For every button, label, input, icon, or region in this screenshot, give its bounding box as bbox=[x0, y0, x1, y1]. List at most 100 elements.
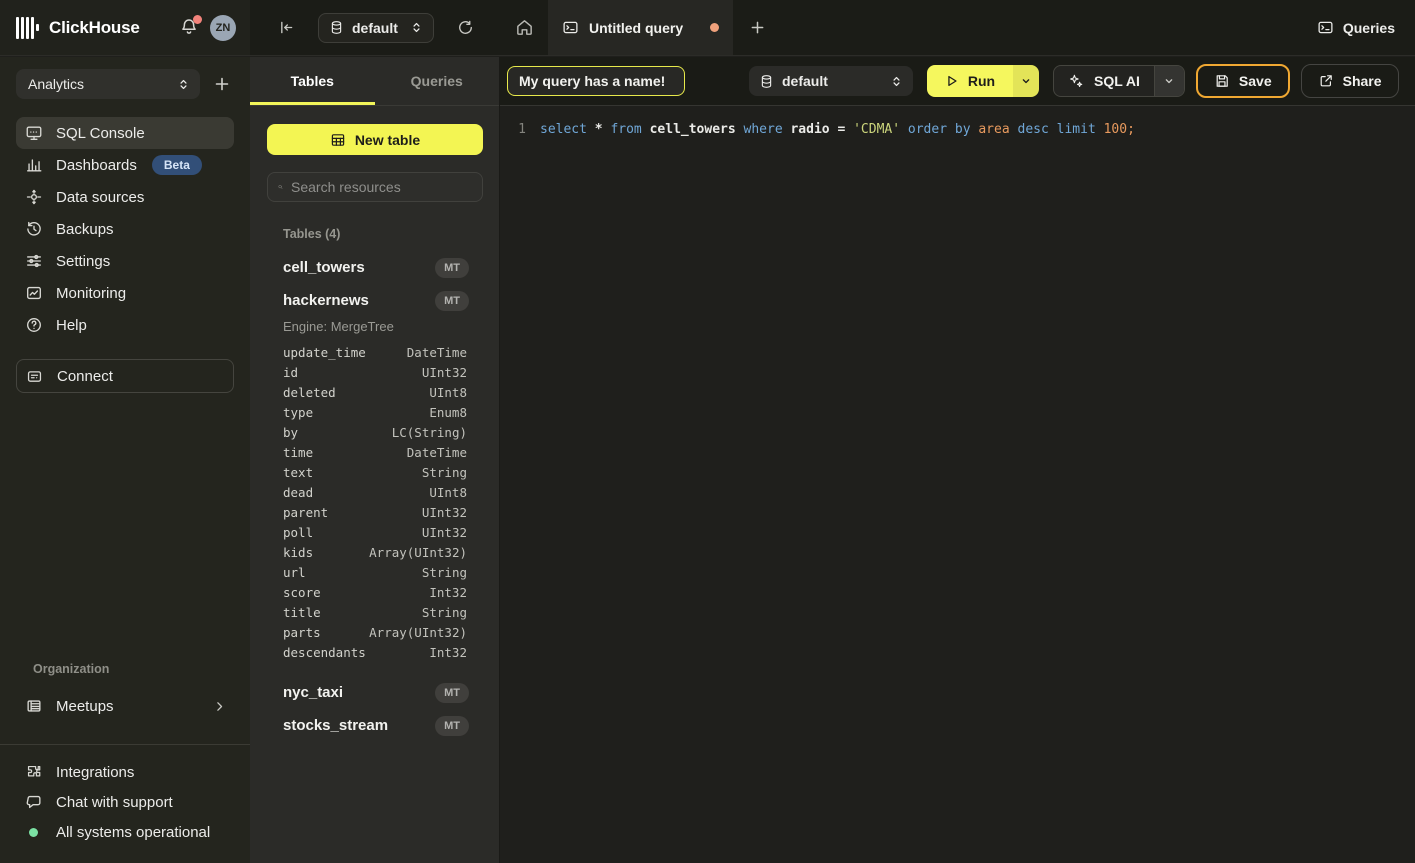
run-button-main[interactable]: Run bbox=[927, 65, 1013, 97]
search-icon bbox=[278, 180, 283, 194]
column-name: parts bbox=[283, 625, 369, 640]
sql-ai-button[interactable]: SQL AI bbox=[1053, 65, 1185, 97]
column-row: descendantsInt32 bbox=[283, 642, 467, 662]
table-row-cell-towers[interactable]: cell_towers MT bbox=[283, 251, 469, 284]
workspace-selector[interactable]: Analytics bbox=[16, 69, 200, 99]
connect-button[interactable]: Connect bbox=[16, 359, 234, 393]
code-line-content: select * from cell_towers where radio = … bbox=[540, 120, 1135, 139]
sidebar-item-monitoring[interactable]: Monitoring bbox=[16, 277, 234, 309]
home-icon bbox=[515, 18, 534, 37]
chevrons-up-down-icon bbox=[410, 21, 423, 34]
workspace-selector-value: Analytics bbox=[28, 76, 177, 92]
line-number: 1 bbox=[500, 120, 526, 139]
column-name: kids bbox=[283, 545, 369, 560]
topbar-database-selector[interactable]: default bbox=[318, 13, 434, 43]
sidebar-item-chat-support[interactable]: Chat with support bbox=[16, 787, 234, 817]
sidebar-item-meetups[interactable]: Meetups bbox=[16, 690, 234, 722]
sidebar-item-data-sources[interactable]: Data sources bbox=[16, 181, 234, 213]
dashboards-icon bbox=[24, 156, 43, 174]
table-name: hackernews bbox=[283, 292, 435, 309]
new-tab-button[interactable] bbox=[733, 0, 781, 55]
sidebar-item-label: Settings bbox=[56, 253, 110, 270]
collapse-panel-button[interactable] bbox=[274, 15, 299, 40]
tab-queries[interactable]: Queries bbox=[375, 57, 500, 105]
home-button[interactable] bbox=[500, 0, 548, 55]
notifications-button[interactable] bbox=[179, 17, 201, 39]
queries-button[interactable]: Queries bbox=[1297, 0, 1415, 55]
sidebar-item-label: Help bbox=[56, 317, 87, 334]
column-row: parentUInt32 bbox=[283, 502, 467, 522]
add-workspace-button[interactable] bbox=[210, 72, 234, 96]
sidebar-item-dashboards[interactable]: Dashboards Beta bbox=[16, 149, 234, 181]
sql-editor[interactable]: 1 select * from cell_towers where radio … bbox=[500, 106, 1415, 863]
column-row: urlString bbox=[283, 562, 467, 582]
run-button[interactable]: Run bbox=[927, 65, 1039, 97]
run-options-caret[interactable] bbox=[1013, 65, 1039, 97]
column-type: UInt8 bbox=[429, 485, 467, 500]
data-sources-icon bbox=[24, 188, 43, 206]
column-name: title bbox=[283, 605, 422, 620]
chevron-down-icon bbox=[1163, 75, 1175, 87]
sidebar-item-label: Dashboards bbox=[56, 157, 137, 174]
topbar-brand-section: ClickHouse ZN bbox=[0, 0, 250, 55]
help-icon bbox=[24, 316, 43, 334]
plus-icon bbox=[214, 76, 230, 92]
refresh-button[interactable] bbox=[453, 15, 478, 40]
column-type: Array(UInt32) bbox=[369, 625, 467, 640]
chevrons-up-down-icon bbox=[177, 78, 190, 91]
save-button[interactable]: Save bbox=[1196, 64, 1290, 98]
main-area: default Run bbox=[500, 57, 1415, 863]
save-icon bbox=[1214, 73, 1230, 89]
status-label: All systems operational bbox=[56, 824, 210, 841]
sidebar-item-integrations[interactable]: Integrations bbox=[16, 757, 234, 787]
connect-button-label: Connect bbox=[57, 368, 113, 385]
resources-panel: Tables Queries New table Tables (4) cell… bbox=[250, 57, 500, 863]
table-row-stocks-stream[interactable]: stocks_stream MT bbox=[283, 709, 469, 742]
settings-icon bbox=[24, 252, 43, 270]
table-row-nyc-taxi[interactable]: nyc_taxi MT bbox=[283, 676, 469, 709]
share-button[interactable]: Share bbox=[1301, 64, 1399, 98]
sql-ai-caret[interactable] bbox=[1154, 66, 1184, 96]
engine-badge: MT bbox=[435, 716, 469, 736]
topbar-tabs-section: Untitled query Queries bbox=[500, 0, 1415, 55]
avatar[interactable]: ZN bbox=[210, 15, 236, 41]
tab-untitled-query[interactable]: Untitled query bbox=[548, 0, 733, 55]
sidebar-item-settings[interactable]: Settings bbox=[16, 245, 234, 277]
tables-section-label: Tables (4) bbox=[283, 227, 483, 241]
chevron-down-icon bbox=[1020, 75, 1032, 87]
database-selector-value: default bbox=[352, 20, 402, 36]
column-type: Int32 bbox=[429, 585, 467, 600]
play-icon bbox=[945, 74, 959, 88]
tab-tables[interactable]: Tables bbox=[250, 57, 375, 105]
column-type: String bbox=[422, 465, 467, 480]
table-name: stocks_stream bbox=[283, 717, 435, 734]
new-table-button[interactable]: New table bbox=[267, 124, 483, 155]
column-type: Array(UInt32) bbox=[369, 545, 467, 560]
queries-icon bbox=[1317, 19, 1334, 36]
search-resources-input[interactable] bbox=[291, 179, 472, 195]
plus-icon bbox=[750, 20, 765, 35]
sidebar-item-label: Chat with support bbox=[56, 794, 173, 811]
sidebar-item-label: SQL Console bbox=[56, 125, 145, 142]
query-name-input[interactable] bbox=[507, 66, 685, 96]
engine-badge: MT bbox=[435, 258, 469, 278]
toolbar-database-selector[interactable]: default bbox=[749, 66, 913, 96]
column-name: deleted bbox=[283, 385, 429, 400]
column-row: titleString bbox=[283, 602, 467, 622]
sidebar-item-backups[interactable]: Backups bbox=[16, 213, 234, 245]
sql-ai-label: SQL AI bbox=[1094, 73, 1140, 89]
table-row-hackernews[interactable]: hackernews MT bbox=[283, 284, 469, 317]
brand-name: ClickHouse bbox=[49, 18, 140, 38]
unsaved-changes-dot bbox=[710, 23, 719, 32]
system-status[interactable]: All systems operational bbox=[16, 817, 234, 847]
new-table-label: New table bbox=[355, 132, 420, 148]
column-row: idUInt32 bbox=[283, 362, 467, 382]
sidebar-item-sql-console[interactable]: SQL Console bbox=[16, 117, 234, 149]
column-type: UInt32 bbox=[422, 505, 467, 520]
code-line[interactable]: 1 select * from cell_towers where radio … bbox=[500, 120, 1415, 139]
connect-icon bbox=[25, 368, 44, 385]
run-button-label: Run bbox=[968, 73, 995, 89]
column-row: deletedUInt8 bbox=[283, 382, 467, 402]
sql-ai-main[interactable]: SQL AI bbox=[1054, 66, 1154, 96]
sidebar-item-help[interactable]: Help bbox=[16, 309, 234, 341]
